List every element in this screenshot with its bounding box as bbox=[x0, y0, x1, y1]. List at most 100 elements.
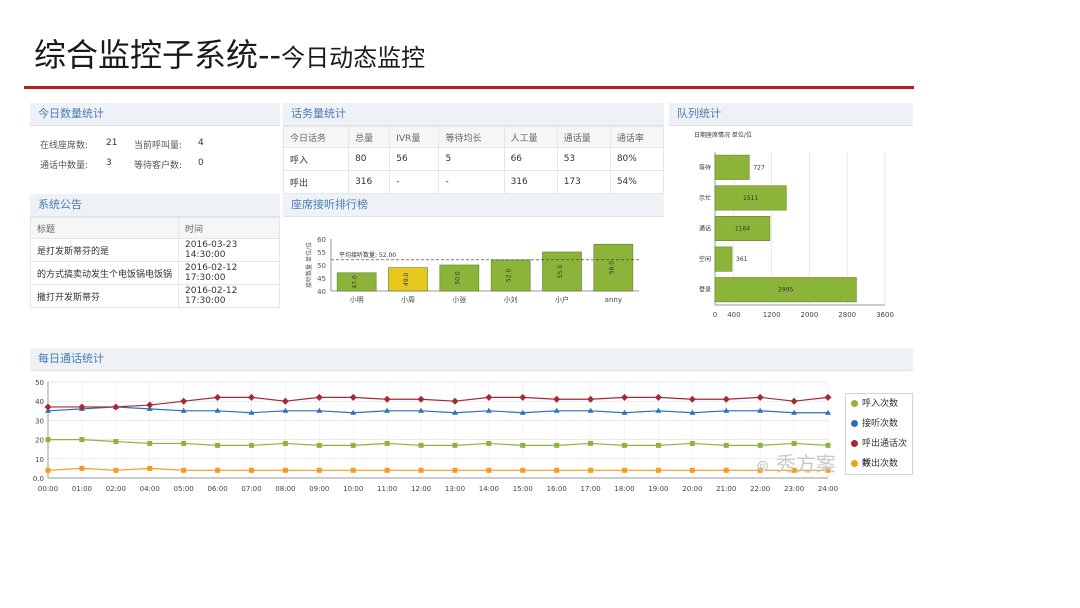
bar-value-label: 1511 bbox=[743, 195, 758, 202]
x-tick-label: 02:00 bbox=[106, 485, 126, 493]
data-point bbox=[79, 437, 85, 443]
data-point bbox=[215, 442, 221, 448]
data-point bbox=[147, 440, 153, 446]
col-header: 通话率 bbox=[609, 126, 665, 148]
data-point bbox=[554, 442, 560, 448]
x-tick-label: 14:00 bbox=[479, 485, 499, 493]
data-point bbox=[384, 467, 390, 473]
data-point bbox=[384, 440, 390, 446]
x-tick-label: 01:00 bbox=[72, 485, 92, 493]
x-tick-label: 18:00 bbox=[614, 485, 634, 493]
data-point bbox=[215, 467, 221, 473]
stat-in-call: 通话中数量: 3 bbox=[40, 158, 112, 171]
bar-value-label: 50.0 bbox=[454, 271, 461, 285]
data-point bbox=[214, 393, 222, 401]
data-point bbox=[723, 442, 729, 448]
data-point bbox=[316, 467, 322, 473]
bar bbox=[714, 246, 733, 272]
y-tick-label: 等待 bbox=[699, 163, 711, 171]
x-tick-label: 24:00 bbox=[818, 485, 838, 493]
watermark: ⊚ 秀方案 bbox=[756, 448, 836, 477]
bar-value-label: 1164 bbox=[735, 226, 750, 233]
stat-online-agents: 在线座席数: 21 bbox=[40, 138, 118, 151]
col-header: 标题 bbox=[29, 217, 180, 239]
legend-item[interactable]: 呼出通话次数 bbox=[846, 434, 912, 469]
data-point bbox=[146, 401, 154, 409]
data-point bbox=[315, 393, 323, 401]
legend-dot bbox=[851, 460, 858, 467]
data-point bbox=[588, 440, 594, 446]
notice-title[interactable]: 是打发斯蒂芬的是 bbox=[29, 238, 180, 262]
x-tick-label: 00:00 bbox=[38, 485, 58, 493]
data-point bbox=[316, 442, 322, 448]
data-point bbox=[180, 397, 188, 405]
data-point bbox=[452, 467, 458, 473]
x-tick-label: anny bbox=[605, 296, 622, 304]
y-tick-label: 10 bbox=[35, 456, 44, 464]
y-tick-label: 20 bbox=[35, 437, 44, 445]
y-tick-label: 0.0 bbox=[33, 475, 44, 483]
legend-dot bbox=[851, 400, 858, 407]
x-tick-label: 小周 bbox=[401, 295, 415, 304]
x-tick-label: 10:00 bbox=[343, 485, 363, 493]
data-point bbox=[621, 393, 629, 401]
x-tick-label: 1200 bbox=[763, 311, 781, 319]
x-tick-label: 20:00 bbox=[682, 485, 702, 493]
wechat-icon: ⊚ bbox=[756, 456, 770, 475]
notice-header: 系统公告 bbox=[30, 194, 280, 217]
traffic-header: 话务量统计 bbox=[283, 103, 664, 126]
y-tick-label: 60 bbox=[317, 236, 326, 244]
data-point bbox=[248, 442, 254, 448]
legend-item[interactable]: 呼出次数 bbox=[846, 454, 912, 474]
traffic-panel: 话务量统计 今日话务 总量 IVR量 等待均长 人工量 通话量 通话率 呼入 80… bbox=[282, 103, 665, 194]
data-point bbox=[790, 397, 798, 405]
x-tick-label: 小刘 bbox=[504, 295, 518, 304]
x-tick-label: 08:00 bbox=[275, 485, 295, 493]
notice-time: 2016-02-12 17:30:00 bbox=[178, 284, 280, 308]
data-point bbox=[791, 440, 797, 446]
data-point bbox=[485, 407, 492, 413]
data-point bbox=[350, 467, 356, 473]
daily-panel: 每日通话统计 0.0 10 20 30 40 50 00:00 01:00 02:00 04:00… bbox=[30, 348, 913, 500]
x-tick-label: 17:00 bbox=[581, 485, 601, 493]
notice-title[interactable]: 的方式搞卖动发生个电饭锅电饭锅 bbox=[29, 261, 180, 285]
daily-header: 每日通话统计 bbox=[30, 348, 913, 371]
legend-item[interactable]: 接听次数 bbox=[846, 414, 912, 434]
today-stats-panel: 今日数量统计 在线座席数: 21 当前呼叫量: 4 通话中数量: 3 等待客户数: 0 bbox=[30, 103, 280, 183]
y-tick-label: 45 bbox=[317, 275, 326, 283]
data-point bbox=[147, 465, 153, 471]
bar-value-label: 55.0 bbox=[557, 265, 564, 279]
data-point bbox=[554, 467, 560, 473]
notice-panel: 系统公告 标题 时间 是打发斯蒂芬的是 2016-03-23 14:30:00 的… bbox=[29, 194, 280, 308]
data-point bbox=[45, 437, 51, 443]
data-point bbox=[451, 397, 459, 405]
bar-value-label: 49.0 bbox=[403, 272, 410, 286]
table-header-row: 标题 时间 bbox=[29, 217, 280, 239]
data-point bbox=[282, 467, 288, 473]
notice-title[interactable]: 撒打开发斯蒂芬 bbox=[29, 284, 180, 308]
data-point bbox=[418, 442, 424, 448]
data-point bbox=[689, 440, 695, 446]
table-row[interactable]: 是打发斯蒂芬的是 2016-03-23 14:30:00 bbox=[29, 238, 280, 262]
y-tick-label: 30 bbox=[35, 417, 44, 425]
col-header: 总量 bbox=[348, 126, 391, 148]
bar-value-label: 47.0 bbox=[352, 275, 359, 289]
legend-item[interactable]: 呼入次数 bbox=[846, 394, 912, 414]
bar-value-label: 361 bbox=[736, 256, 748, 263]
series-line bbox=[48, 396, 829, 408]
col-header: 今日话务 bbox=[282, 126, 350, 148]
ranking-header: 座席接听排行榜 bbox=[283, 194, 664, 217]
table-row[interactable]: 撒打开发斯蒂芬 2016-02-12 17:30:00 bbox=[29, 284, 280, 308]
data-point bbox=[519, 393, 527, 401]
col-header: IVR量 bbox=[389, 126, 440, 148]
data-point bbox=[452, 442, 458, 448]
x-tick-label: 06:00 bbox=[207, 485, 227, 493]
data-point bbox=[113, 467, 119, 473]
y-tick-label: 示忙 bbox=[699, 194, 711, 202]
y-tick-label: 空闲 bbox=[699, 255, 711, 263]
x-tick-label: 23:00 bbox=[784, 485, 804, 493]
x-tick-label: 11:00 bbox=[377, 485, 397, 493]
bar-value-label: 58.0 bbox=[608, 261, 615, 275]
title-sub: 今日动态监控 bbox=[281, 44, 426, 72]
table-row[interactable]: 的方式搞卖动发生个电饭锅电饭锅 2016-02-12 17:30:00 bbox=[29, 261, 280, 285]
